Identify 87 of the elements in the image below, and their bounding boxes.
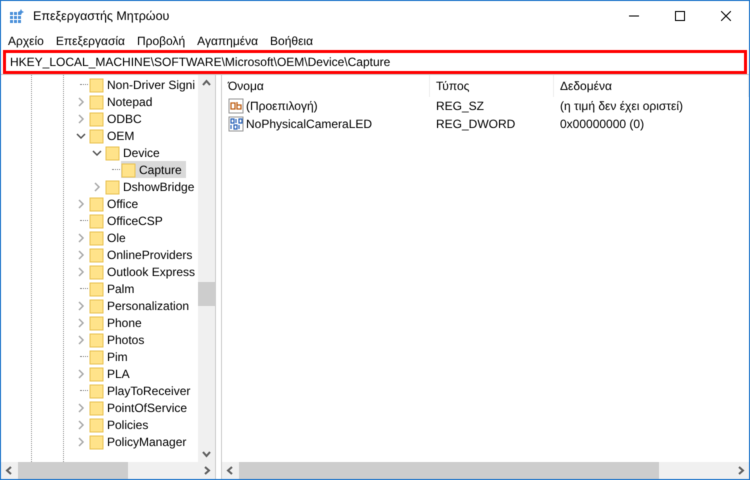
horizontal-scrollbar[interactable] xyxy=(1,462,215,479)
vertical-scrollbar[interactable] xyxy=(198,75,215,462)
chevron-right-icon[interactable] xyxy=(76,250,86,260)
value-data: 0x00000000 (0) xyxy=(560,117,644,131)
binary-value-icon xyxy=(228,116,244,132)
tree-item[interactable]: Outlook Express xyxy=(89,263,198,280)
address-field[interactable]: HKEY_LOCAL_MACHINE\SOFTWARE\Microsoft\OEM\Device\Capture xyxy=(3,50,747,74)
folder-icon xyxy=(89,110,105,126)
chevron-right-icon[interactable] xyxy=(76,436,86,446)
folder-icon xyxy=(89,434,105,450)
value-name[interactable]: NoPhysicalCameraLED xyxy=(246,115,372,133)
tree-item[interactable]: Policies xyxy=(89,416,152,433)
folder-icon xyxy=(89,264,105,280)
folder-icon xyxy=(89,128,105,144)
folder-icon xyxy=(89,314,105,330)
menu-item[interactable]: Αγαπημένα xyxy=(191,32,264,50)
tree-item[interactable]: PolicyManager xyxy=(89,433,190,450)
tree-item[interactable]: OfficeCSP xyxy=(89,212,167,229)
value-data: (η τιμή δεν έχει οριστεί) xyxy=(560,99,684,113)
folder-icon xyxy=(89,246,105,262)
chevron-right-icon[interactable] xyxy=(76,198,86,208)
tree-item[interactable]: DshowBridge xyxy=(105,178,198,195)
column-header[interactable]: Δεδομένα xyxy=(554,75,749,97)
registry-app-icon xyxy=(9,8,25,24)
folder-icon xyxy=(105,144,121,160)
chevron-down-icon[interactable] xyxy=(76,130,86,140)
horizontal-scrollbar[interactable] xyxy=(222,462,749,479)
tree-item[interactable]: Photos xyxy=(89,331,148,348)
value-type: REG_SZ xyxy=(436,99,484,113)
tree-item[interactable]: Non-Driver Signi xyxy=(89,76,198,93)
folder-icon xyxy=(89,212,105,228)
menu-item[interactable]: Προβολή xyxy=(130,32,192,50)
chevron-right-icon[interactable] xyxy=(76,402,86,412)
tree-item[interactable]: PointOfService xyxy=(89,399,192,416)
folder-icon xyxy=(89,332,105,348)
string-value-icon xyxy=(228,98,244,114)
chevron-down-icon[interactable] xyxy=(92,148,102,158)
window-title: Επεξεργαστής Μητρώου xyxy=(33,8,170,25)
folder-icon xyxy=(89,196,105,212)
tree-item[interactable]: PlayToReceiver xyxy=(89,382,194,399)
tree-item[interactable]: Office xyxy=(89,195,142,212)
tree-item[interactable]: Palm xyxy=(89,280,138,297)
column-header[interactable]: Τύπος xyxy=(430,75,554,97)
tree-item[interactable]: PLA xyxy=(89,365,134,382)
folder-icon xyxy=(89,416,105,432)
tree-item[interactable]: Notepad xyxy=(89,93,156,110)
chevron-right-icon[interactable] xyxy=(76,96,86,106)
chevron-right-icon[interactable] xyxy=(76,334,86,344)
folder-icon xyxy=(89,298,105,314)
chevron-right-icon[interactable] xyxy=(76,266,86,276)
chevron-right-icon[interactable] xyxy=(92,182,102,192)
folder-icon xyxy=(89,94,105,110)
chevron-right-icon[interactable] xyxy=(76,114,86,124)
tree-item[interactable]: Capture xyxy=(121,161,186,178)
scrollbar-thumb[interactable] xyxy=(239,462,659,479)
tree-item[interactable]: OEM xyxy=(89,127,138,144)
tree-item[interactable]: Personalization xyxy=(89,297,194,314)
scrollbar-thumb[interactable] xyxy=(18,462,128,479)
folder-icon xyxy=(89,280,105,296)
menu-item[interactable]: Επεξεργασία xyxy=(50,32,131,50)
chevron-right-icon[interactable] xyxy=(76,368,86,378)
folder-icon xyxy=(89,76,105,92)
close-icon xyxy=(721,11,731,21)
tree-item[interactable]: Device xyxy=(105,144,164,161)
menu-item[interactable]: Αρχείο xyxy=(2,32,50,50)
chevron-right-icon[interactable] xyxy=(76,300,86,310)
tree-item[interactable]: Pim xyxy=(89,348,132,365)
folder-icon xyxy=(89,400,105,416)
tree-item[interactable]: Ole xyxy=(89,229,130,246)
folder-icon xyxy=(89,382,105,398)
chevron-right-icon[interactable] xyxy=(76,318,86,328)
tree-item[interactable]: OnlineProviders xyxy=(89,246,196,263)
folder-icon xyxy=(89,348,105,364)
column-header[interactable]: Όνομα xyxy=(222,75,430,97)
chevron-right-icon[interactable] xyxy=(76,420,86,430)
square-icon xyxy=(675,11,685,21)
menu-item[interactable]: Βοήθεια xyxy=(264,32,320,50)
value-type: REG_DWORD xyxy=(436,117,516,131)
tree-item[interactable]: Phone xyxy=(89,314,146,331)
folder-icon xyxy=(121,162,137,178)
folder-icon xyxy=(89,230,105,246)
tree-item[interactable]: ODBC xyxy=(89,110,146,127)
value-name[interactable]: (Προεπιλογή) xyxy=(246,97,318,115)
scrollbar-thumb[interactable] xyxy=(198,282,215,306)
folder-icon xyxy=(89,366,105,382)
folder-icon xyxy=(105,178,121,194)
chevron-right-icon[interactable] xyxy=(76,232,86,242)
